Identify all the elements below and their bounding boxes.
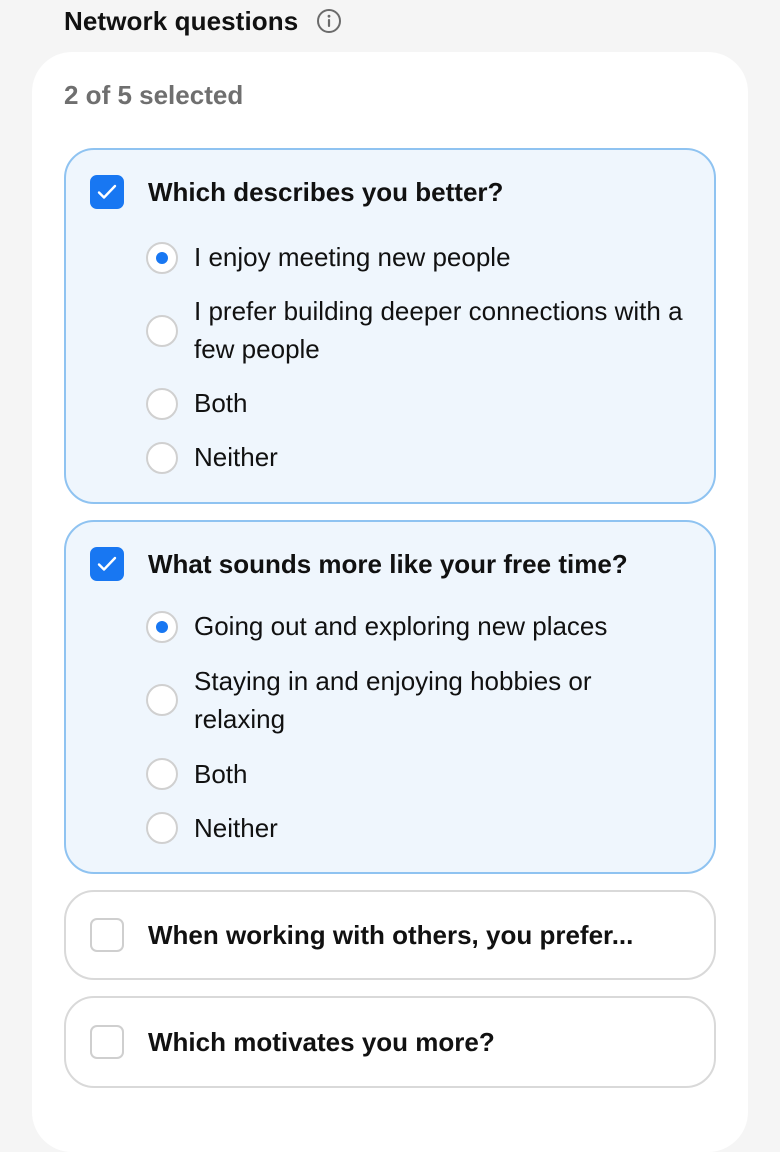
option-label: Neither [194, 442, 278, 472]
answer-option[interactable]: I enjoy meeting new people [66, 238, 714, 278]
answer-option[interactable]: Both [66, 384, 714, 424]
checkmark-icon [97, 556, 117, 571]
section-title: Network questions [64, 5, 299, 36]
radio-button[interactable] [146, 758, 178, 790]
option-label: I prefer building deeper connections wit… [194, 296, 683, 364]
option-label: Both [194, 388, 248, 418]
question-checkbox[interactable] [90, 1025, 124, 1059]
question-checkbox[interactable] [90, 547, 124, 581]
question-header[interactable]: What sounds more like your free time? [66, 522, 714, 606]
answer-option[interactable]: Neither [66, 438, 714, 478]
info-circle-icon[interactable] [316, 8, 342, 34]
radio-button[interactable] [146, 442, 178, 474]
radio-button[interactable] [146, 388, 178, 420]
answer-option[interactable]: I prefer building deeper connections wit… [66, 292, 714, 370]
option-label: I enjoy meeting new people [194, 242, 511, 272]
question-checkbox[interactable] [90, 918, 124, 952]
answer-option[interactable]: Going out and exploring new places [66, 610, 714, 650]
question-header[interactable]: Which describes you better? [66, 150, 714, 234]
checkmark-icon [97, 184, 117, 199]
question-text: Which describes you better? [148, 176, 504, 207]
question-card[interactable]: When working with others, you prefer... [64, 890, 716, 980]
question-card[interactable]: Which describes you better? I enjoy meet… [64, 148, 716, 504]
question-text: When working with others, you prefer... [148, 919, 634, 950]
radio-button[interactable] [146, 315, 178, 347]
answer-option[interactable]: Neither [66, 810, 714, 850]
question-text: What sounds more like your free time? [148, 548, 628, 579]
answer-option[interactable]: Staying in and enjoying hobbies or relax… [66, 662, 714, 740]
option-label: Going out and exploring new places [194, 611, 608, 641]
option-label: Both [194, 759, 248, 789]
section-header: Network questions [64, 2, 342, 40]
option-label: Staying in and enjoying hobbies or relax… [194, 666, 592, 734]
option-label: Neither [194, 813, 278, 843]
answer-option[interactable]: Both [66, 756, 714, 796]
question-card[interactable]: Which motivates you more? [64, 996, 716, 1088]
radio-button[interactable] [146, 812, 178, 844]
question-header[interactable]: Which motivates you more? [66, 998, 714, 1086]
selection-count: 2 of 5 selected [64, 80, 244, 110]
question-header[interactable]: When working with others, you prefer... [66, 892, 714, 978]
question-text: Which motivates you more? [148, 1026, 495, 1057]
question-card[interactable]: What sounds more like your free time? Go… [64, 520, 716, 874]
radio-button[interactable] [146, 684, 178, 716]
radio-button[interactable] [146, 242, 178, 274]
radio-button[interactable] [146, 611, 178, 643]
question-checkbox[interactable] [90, 175, 124, 209]
